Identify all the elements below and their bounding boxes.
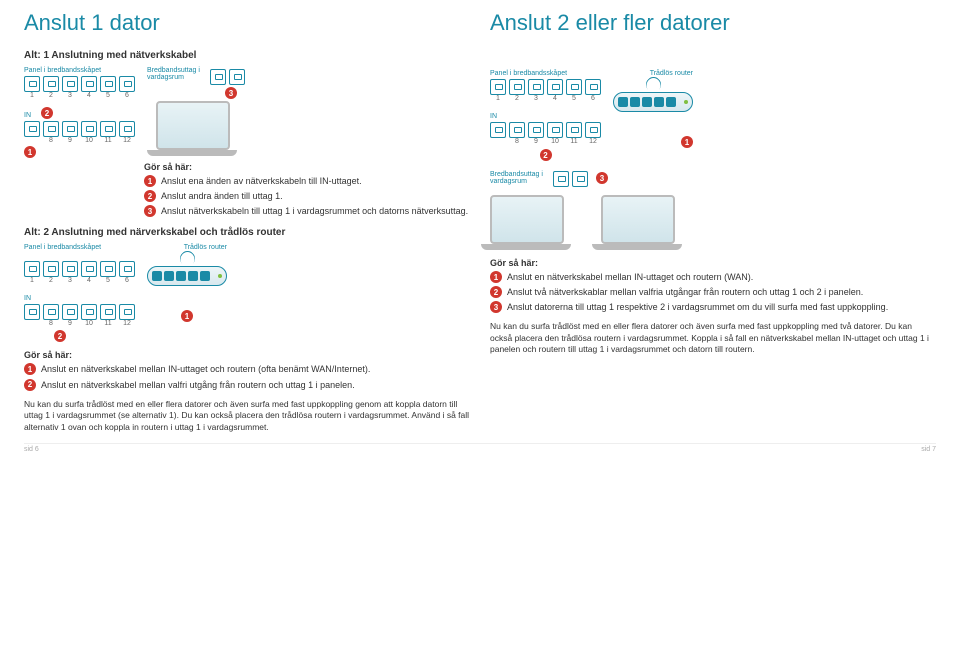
step-num: 3: [144, 205, 156, 217]
outlet-laptop-block: Bredbandsuttag i vardagsrum 3: [147, 67, 245, 158]
panel-lower-row: IN 2: [24, 107, 135, 119]
alt2-title: Alt: 2 Anslutning med närverkskabel och …: [24, 227, 470, 238]
note-right: Nu kan du surfa trådlöst med en eller fl…: [490, 321, 936, 355]
jack: [43, 121, 59, 137]
wall-jack: [210, 69, 226, 85]
laptop-icon: [490, 195, 571, 250]
col-right: Panel i bredbandsskåpet 123456 IN 891011…: [490, 46, 936, 433]
step-num: 1: [24, 363, 36, 375]
panel-right: Panel i bredbandsskåpet 123456 IN 891011…: [490, 70, 601, 161]
step: 1Anslut en nätverkskabel mellan IN-uttag…: [24, 363, 470, 375]
laptop-icon: [147, 101, 245, 158]
router-right: Trådlös router 1: [613, 70, 693, 148]
step: 2Anslut två nätverkskablar mellan valfri…: [490, 286, 936, 298]
wall-jack: [553, 171, 569, 187]
jack: [24, 76, 40, 92]
jack: [81, 76, 97, 92]
diagram-alt2: Panel i bredbandsskåpet 123456 IN 891011…: [24, 244, 470, 342]
step: 3Anslut datorerna till uttag 1 respektiv…: [490, 301, 936, 313]
marker-1: 1: [24, 146, 36, 158]
jack: [43, 76, 59, 92]
jack: [81, 121, 97, 137]
panel-alt2: Panel i bredbandsskåpet 123456 IN 891011…: [24, 244, 135, 342]
step-num: 1: [490, 271, 502, 283]
jacks-upper: [24, 76, 135, 92]
note-left: Nu kan du surfa trådlöst med en eller fl…: [24, 399, 470, 433]
laptops-row: [490, 195, 936, 250]
router-icon: [613, 77, 693, 112]
marker-2r: 2: [540, 149, 552, 161]
jack: [100, 76, 116, 92]
panel-label: Panel i bredbandsskåpet: [24, 67, 135, 74]
step: 1Anslut en nätverkskabel mellan IN-uttag…: [490, 271, 936, 283]
step-num: 3: [490, 301, 502, 313]
step-num: 2: [144, 190, 156, 202]
step: 2Anslut en nätverkskabel mellan valfri u…: [24, 379, 470, 391]
laptop-icon: [601, 195, 682, 250]
panel-label-2: Panel i bredbandsskåpet: [24, 244, 135, 251]
diagram-right: Panel i bredbandsskåpet 123456 IN 891011…: [490, 70, 936, 161]
outlet-label: Bredbandsuttag i vardagsrum: [147, 67, 202, 81]
do-title-2: Gör så här:: [24, 350, 470, 360]
page-footer: sid 6 sid 7: [24, 443, 936, 453]
marker-2: 2: [41, 107, 53, 119]
pagenum-left: sid 6: [24, 446, 39, 453]
heading-row: Anslut 1 dator Anslut 2 eller fler dator…: [24, 10, 936, 46]
in-label: IN: [24, 112, 38, 119]
jack: [119, 76, 135, 92]
panel-label-r: Panel i bredbandsskåpet: [490, 70, 601, 77]
router-icon: [147, 251, 227, 286]
step: 3Anslut nätverkskabeln till uttag 1 i va…: [144, 205, 470, 217]
heading-right: Anslut 2 eller fler datorer: [490, 10, 936, 36]
jack: [119, 121, 135, 137]
do-title: Gör så här:: [144, 162, 470, 172]
heading-left: Anslut 1 dator: [24, 10, 470, 36]
right-outlet-row: Bredbandsuttag i vardagsrum 3: [490, 169, 936, 187]
marker-1b: 1: [181, 310, 193, 322]
step-num: 1: [144, 175, 156, 187]
pagenum-right: sid 7: [921, 446, 936, 453]
jacks-lower: [24, 121, 135, 137]
columns: Alt: 1 Anslutning med nätverkskabel Pane…: [24, 46, 936, 433]
marker-3: 3: [225, 87, 237, 99]
wall-jack: [229, 69, 245, 85]
jack: [62, 76, 78, 92]
outlet-label-r: Bredbandsuttag i vardagsrum: [490, 171, 545, 185]
wall-jack: [572, 171, 588, 187]
nums-upper: 123456: [24, 92, 135, 99]
in-label-r: IN: [490, 113, 497, 120]
steps-alt1-block: Gör så här: 1Anslut ena änden av nätverk…: [144, 162, 470, 217]
marker-2b: 2: [54, 330, 66, 342]
in-label-2: IN: [24, 295, 31, 302]
router-block: Trådlös router 1: [147, 244, 227, 322]
do-title-r: Gör så här:: [490, 258, 936, 268]
nums-lower: 89101112: [24, 137, 135, 144]
document-page: Anslut 1 dator Anslut 2 eller fler dator…: [0, 0, 960, 457]
step-num: 2: [24, 379, 36, 391]
step: 1Anslut ena änden av nätverkskabeln till…: [144, 175, 470, 187]
col-left: Alt: 1 Anslutning med nätverkskabel Pane…: [24, 46, 470, 433]
step-num: 2: [490, 286, 502, 298]
jack: [100, 121, 116, 137]
alt1-title: Alt: 1 Anslutning med nätverkskabel: [24, 50, 470, 61]
diagram-alt1: Panel i bredbandsskåpet 123456 I: [24, 67, 470, 158]
panel-upper: Panel i bredbandsskåpet 123456 I: [24, 67, 135, 158]
step: 2Anslut andra änden till uttag 1.: [144, 190, 470, 202]
jack-in: [24, 121, 40, 137]
jack: [62, 121, 78, 137]
marker-3r: 3: [596, 172, 608, 184]
marker-1r: 1: [681, 136, 693, 148]
